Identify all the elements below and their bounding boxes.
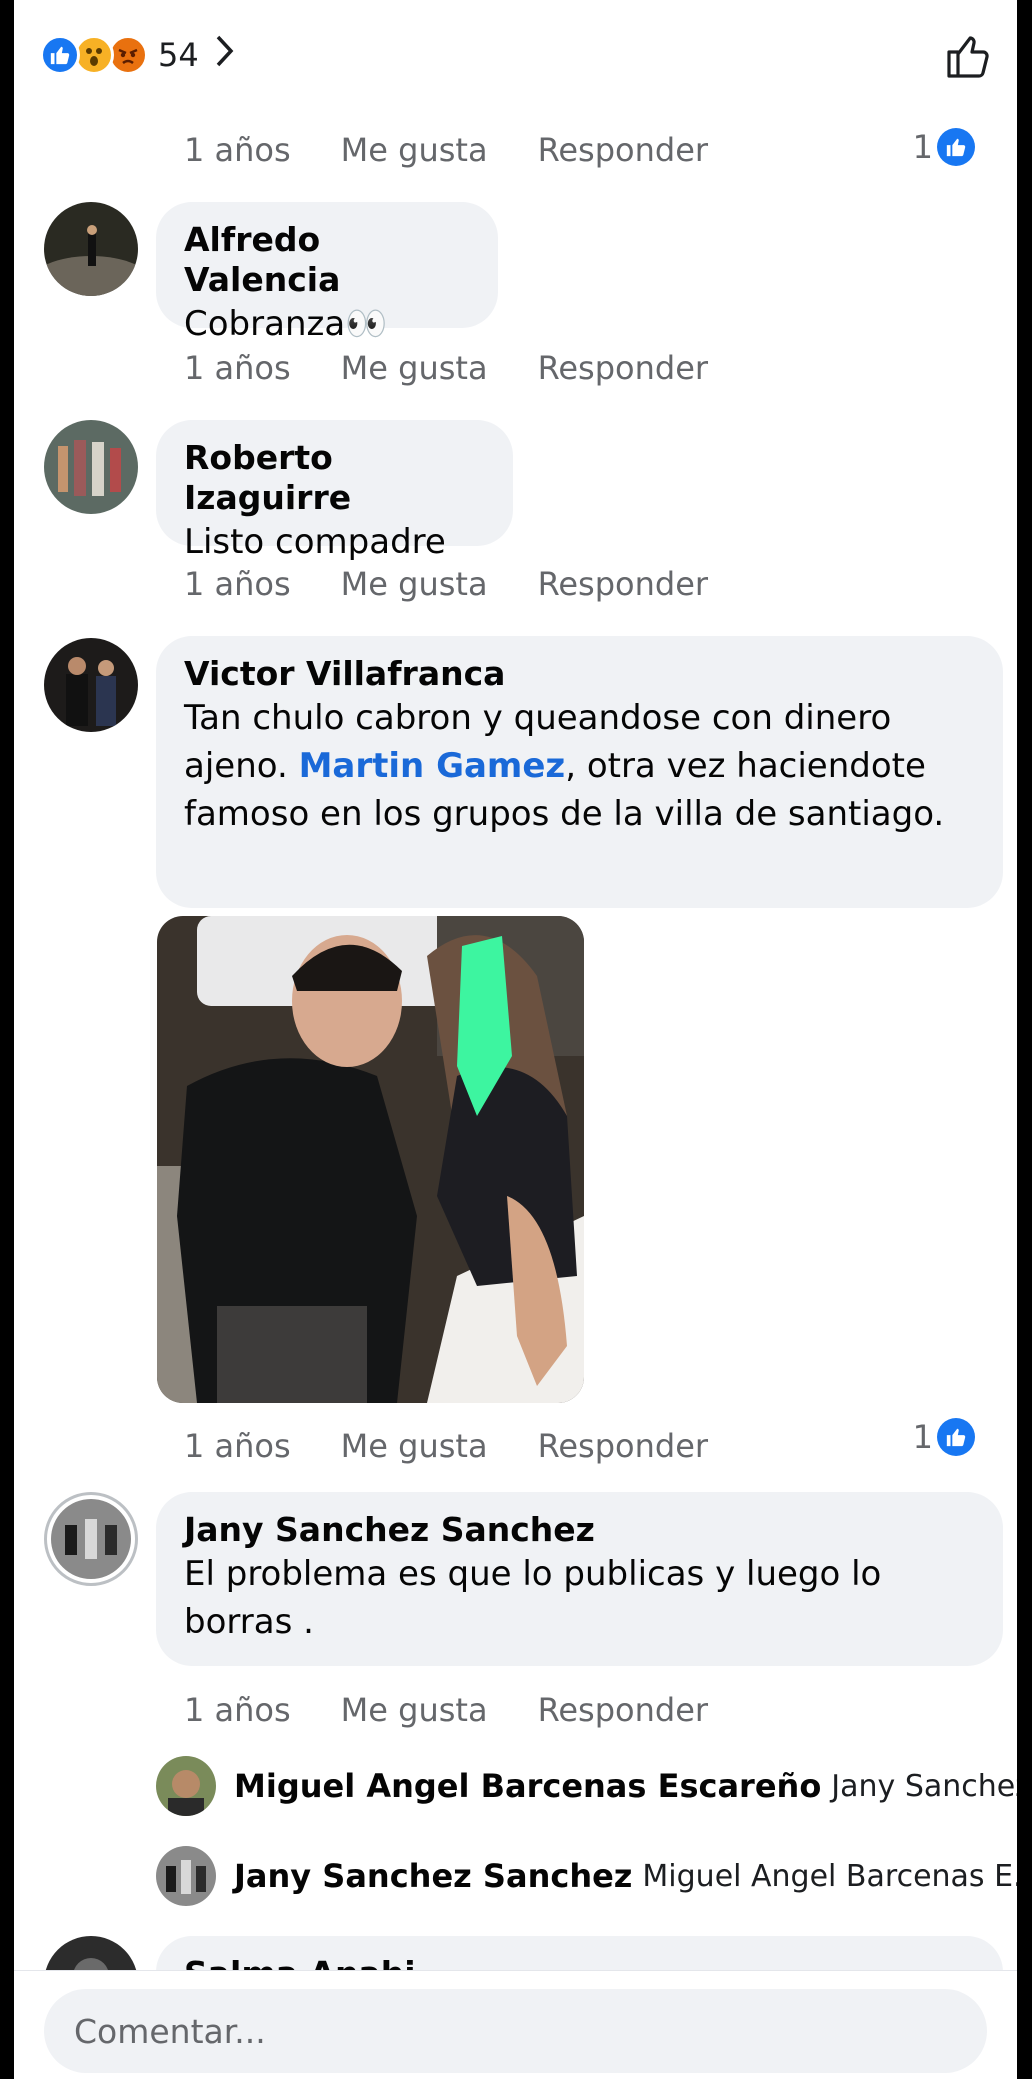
avatar[interactable] [44,638,138,732]
reply-link[interactable]: Responder [538,131,708,169]
avatar[interactable] [44,420,138,514]
comment-bubble: Alfredo Valencia Cobranza👀 [156,202,498,344]
comment-actions: 1 años Me gusta Responder [184,128,758,172]
comment-author[interactable]: Jany Sanchez Sanchez [184,1510,975,1550]
comment-bubble: Jany Sanchez Sanchez El problema es que … [156,1492,1003,1666]
comment-text: Tan chulo cabron y queandose con dinero … [184,698,945,834]
comment-actions: 1 años Me gusta Responder [184,346,758,390]
reply-link[interactable]: Responder [538,1691,708,1729]
comment-time: 1 años [184,1427,291,1465]
like-link[interactable]: Me gusta [341,565,488,603]
like-reaction-icon [937,1418,975,1456]
comment-time: 1 años [184,349,291,387]
reply-snippet: Miguel Angel Barcenas E... [642,1858,1017,1894]
avatar [156,1846,216,1906]
comment-actions: 1 años Me gusta Responder [184,1688,758,1732]
avatar [156,1756,216,1816]
reply-author: Miguel Angel Barcenas Escareño [234,1767,822,1805]
comment-bubble: Victor Villafranca Tan chulo cabron y qu… [156,636,1003,908]
thumbs-up-icon[interactable] [941,28,997,84]
comments-screen: 54 1 años Me gusta Responder 1 Alfredo V… [14,0,1017,2079]
reply-link[interactable]: Responder [538,565,708,603]
reaction-summary[interactable]: 54 [40,30,237,80]
comment-author[interactable]: Roberto Izaguirre [184,438,485,518]
reply-link[interactable]: Responder [538,349,708,387]
avatar[interactable] [44,1492,138,1586]
like-link[interactable]: Me gusta [341,1691,488,1729]
like-link[interactable]: Me gusta [341,1427,488,1465]
mention-link[interactable]: Martin Gamez [299,746,566,786]
reply-preview[interactable]: Jany Sanchez Sanchez Miguel Angel Barcen… [156,1846,1017,1906]
comment-photo[interactable] [157,916,584,1403]
comment-composer [14,1970,1017,2079]
reply-author: Jany Sanchez Sanchez [234,1857,633,1895]
comment-input[interactable] [44,1989,987,2073]
reply-link[interactable]: Responder [538,1427,708,1465]
like-reaction-icon [40,35,80,75]
comment-reaction-count[interactable]: 1 [913,1418,975,1456]
comment-actions: 1 años Me gusta Responder [184,562,758,606]
comment-author[interactable]: Alfredo Valencia [184,220,470,300]
angry-reaction-icon [108,35,148,75]
comment-text: Listo compadre [184,522,446,562]
like-link[interactable]: Me gusta [341,131,488,169]
comment-actions: 1 años Me gusta Responder [184,1424,758,1468]
comment-time: 1 años [184,565,291,603]
wow-reaction-icon [74,35,114,75]
comment-reaction-count[interactable]: 1 [913,128,975,166]
reply-preview[interactable]: Miguel Angel Barcenas Escareño Jany Sanc… [156,1756,1017,1816]
like-link[interactable]: Me gusta [341,349,488,387]
comment-time: 1 años [184,1691,291,1729]
comment-bubble: Roberto Izaguirre Listo compadre [156,420,513,562]
comment-text: El problema es que lo publicas y luego l… [184,1554,882,1642]
avatar[interactable] [44,202,138,296]
comment-author[interactable]: Victor Villafranca [184,654,975,694]
reply-snippet: Jany Sanchez... [831,1768,1017,1804]
comment-time: 1 años [184,131,291,169]
reaction-count: 54 [158,36,199,74]
like-reaction-icon [937,128,975,166]
chevron-right-icon [213,33,237,78]
comment-text: Cobranza👀 [184,304,388,344]
